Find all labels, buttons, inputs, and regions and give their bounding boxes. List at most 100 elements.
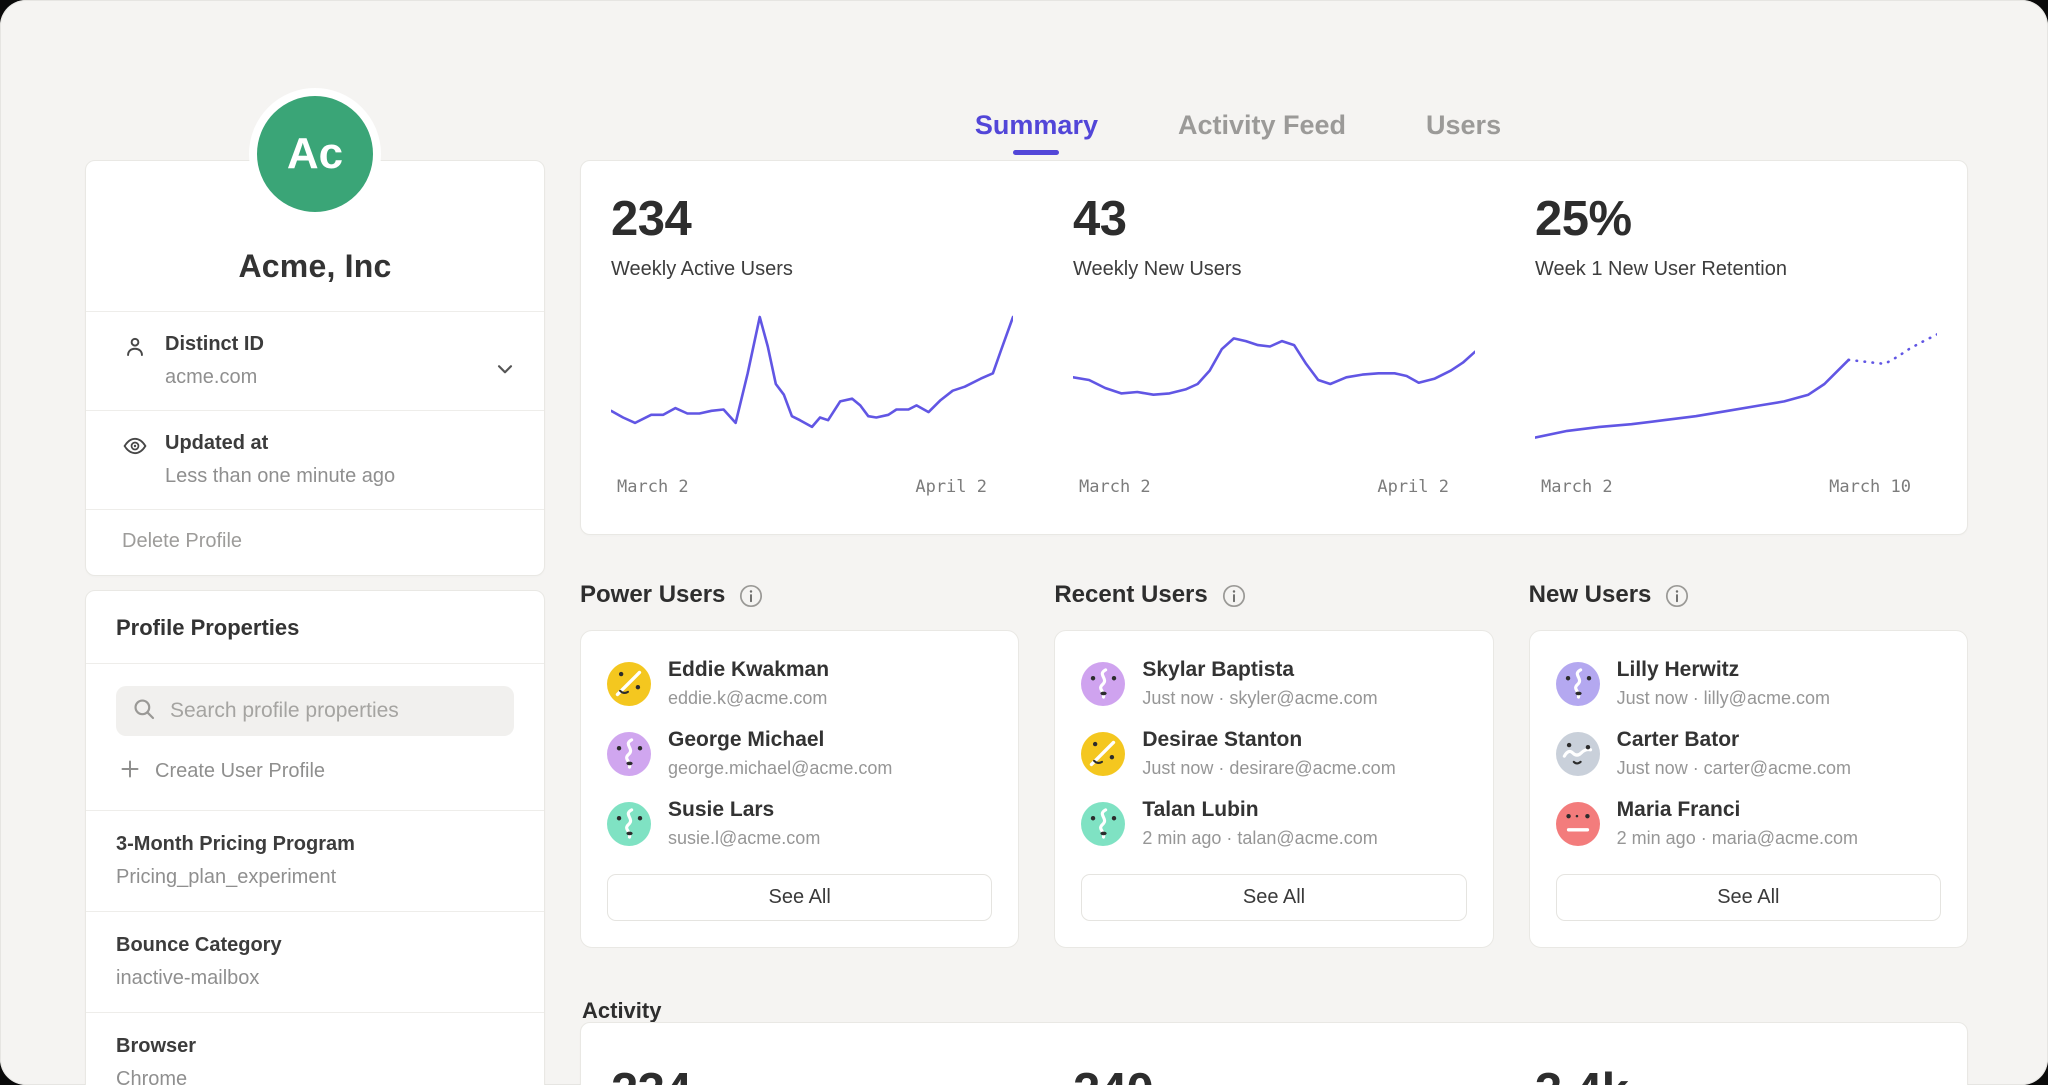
delete-profile-row: Delete Profile bbox=[86, 509, 544, 575]
x-axis-labels: March 2 April 2 bbox=[611, 459, 1013, 497]
eye-icon bbox=[122, 433, 148, 488]
chevron-down-icon[interactable] bbox=[492, 356, 518, 382]
user-list-card: Skylar Baptista Just now · skyler@acme.co… bbox=[1054, 630, 1493, 948]
tab-summary[interactable]: Summary bbox=[975, 110, 1098, 155]
user-subtitle: Just now · carter@acme.com bbox=[1617, 758, 1851, 779]
user-section-new-users: New Users Lilly HerwitzJust now · lilly@a… bbox=[1529, 576, 1968, 948]
user-name: Desirae Stanton bbox=[1142, 728, 1395, 752]
user-info: Desirae Stanton Just now · desirare@acme.… bbox=[1142, 728, 1395, 779]
user-info: George Michael george.michael@acme.com bbox=[668, 728, 892, 779]
create-user-profile-label: Create User Profile bbox=[155, 760, 325, 783]
user-subtitle: george.michael@acme.com bbox=[668, 758, 892, 779]
see-all-button[interactable]: See All bbox=[607, 874, 992, 921]
user-info: Skylar Baptista Just now · skyler@acme.co… bbox=[1142, 658, 1377, 709]
info-icon[interactable] bbox=[1664, 583, 1690, 609]
activity-stat-value: 3.4k bbox=[1535, 1063, 1937, 1085]
section-header: Power Users bbox=[580, 576, 1019, 614]
search-profile-properties-input[interactable] bbox=[168, 698, 499, 724]
user-subtitle: Just now · skyler@acme.com bbox=[1142, 688, 1377, 709]
user-row-susie-lars[interactable]: Susie Larssusie.l@acme.com bbox=[607, 798, 992, 849]
activity-panel: 234 bbox=[581, 1023, 1043, 1085]
user-info: Talan Lubin2 min ago · talan@acme.com bbox=[1142, 798, 1377, 849]
user-avatar bbox=[1556, 732, 1600, 776]
delete-profile-button[interactable]: Delete Profile bbox=[122, 530, 242, 552]
user-avatar bbox=[1081, 662, 1125, 706]
property-row-bounce-category[interactable]: Bounce Categoryinactive-mailbox bbox=[86, 911, 544, 1012]
person-icon bbox=[122, 334, 148, 389]
user-row-skylar-baptista[interactable]: Skylar Baptista Just now · skyler@acme.co… bbox=[1081, 658, 1466, 709]
user-name: Skylar Baptista bbox=[1142, 658, 1377, 682]
summary-card: 234Weekly Active UsersMarch 2April 243We… bbox=[580, 160, 1968, 535]
user-row-carter-bator[interactable]: Carter BatorJust now · carter@acme.com bbox=[1556, 728, 1941, 779]
see-all-button[interactable]: See All bbox=[1081, 874, 1466, 921]
user-avatar bbox=[607, 802, 651, 846]
section-title: New Users bbox=[1529, 581, 1652, 609]
user-row-george-michael[interactable]: George Michael george.michael@acme.com bbox=[607, 728, 992, 779]
field-label: Updated at bbox=[165, 432, 395, 455]
tab-users[interactable]: Users bbox=[1426, 110, 1501, 155]
property-name: Browser bbox=[116, 1035, 514, 1058]
user-name: Lilly Herwitz bbox=[1617, 658, 1830, 682]
field-value: acme.com bbox=[165, 366, 264, 389]
user-avatar bbox=[1081, 802, 1125, 846]
user-row-desirae-stanton[interactable]: Desirae Stanton Just now · desirare@acme.… bbox=[1081, 728, 1466, 779]
x-axis-tick: March 2 bbox=[1541, 477, 1613, 497]
stat-value: 25% bbox=[1535, 191, 1937, 247]
user-subtitle: susie.l@acme.com bbox=[668, 828, 820, 849]
user-subtitle: Just now · desirare@acme.com bbox=[1142, 758, 1395, 779]
property-value: Chrome bbox=[116, 1068, 514, 1085]
property-row-browser[interactable]: Browser Chrome bbox=[86, 1012, 544, 1085]
user-section-power-users: Power Users Eddie Kwakmaneddie.k@acme.com… bbox=[580, 576, 1019, 948]
x-axis-tick: April 2 bbox=[915, 477, 987, 497]
profile-properties-title: Profile Properties bbox=[86, 591, 544, 663]
see-all-button[interactable]: See All bbox=[1556, 874, 1941, 921]
profile-card: Acme, Inc Distinct IDacme.comUpdated atL… bbox=[85, 160, 545, 576]
summary-panel-week-1-new-user-retention: 25%Week 1 New User RetentionMarch 2March… bbox=[1505, 161, 1967, 534]
user-info: Susie Larssusie.l@acme.com bbox=[668, 798, 820, 849]
info-icon[interactable] bbox=[738, 583, 764, 609]
user-avatar bbox=[1556, 662, 1600, 706]
user-row-lilly-herwitz[interactable]: Lilly HerwitzJust now · lilly@acme.com bbox=[1556, 658, 1941, 709]
field-label: Distinct ID bbox=[165, 333, 264, 356]
user-avatar bbox=[607, 662, 651, 706]
x-axis-labels: March 2 March 10 bbox=[1535, 459, 1937, 497]
tab-bar: Summary Activity Feed Users bbox=[580, 110, 1968, 155]
user-name: George Michael bbox=[668, 728, 892, 752]
search-icon bbox=[131, 696, 157, 727]
user-row-talan-lubin[interactable]: Talan Lubin2 min ago · talan@acme.com bbox=[1081, 798, 1466, 849]
user-subtitle: eddie.k@acme.com bbox=[668, 688, 829, 709]
property-row-3-month-pricing-program[interactable]: 3-Month Pricing ProgramPricing_plan_expe… bbox=[86, 810, 544, 911]
search-box bbox=[116, 686, 514, 736]
activity-panel: 240 bbox=[1043, 1023, 1505, 1085]
user-avatar bbox=[1081, 732, 1125, 776]
plus-icon bbox=[118, 757, 142, 786]
activity-stat-value: 234 bbox=[611, 1063, 1013, 1085]
user-row-maria-franci[interactable]: Maria Franci2 min ago · maria@acme.com bbox=[1556, 798, 1941, 849]
section-title: Power Users bbox=[580, 581, 725, 609]
x-axis-tick: March 2 bbox=[617, 477, 689, 497]
line-chart bbox=[611, 309, 1013, 459]
user-row-eddie-kwakman[interactable]: Eddie Kwakmaneddie.k@acme.com bbox=[607, 658, 992, 709]
summary-panel-weekly-active-users: 234Weekly Active UsersMarch 2April 2 bbox=[581, 161, 1043, 534]
section-header: Recent Users bbox=[1054, 576, 1493, 614]
info-icon[interactable] bbox=[1221, 583, 1247, 609]
line-chart bbox=[1535, 309, 1937, 459]
x-axis-labels: March 2April 2 bbox=[1073, 459, 1475, 497]
user-info: Maria Franci2 min ago · maria@acme.com bbox=[1617, 798, 1858, 849]
create-user-profile-button[interactable]: Create User Profile bbox=[116, 736, 514, 810]
property-name: Bounce Category bbox=[116, 934, 514, 957]
x-axis-tick: March 10 bbox=[1829, 477, 1911, 497]
search-wrap: Create User Profile bbox=[86, 664, 544, 810]
summary-panel-weekly-new-users: 43Weekly New UsersMarch 2April 2 bbox=[1043, 161, 1505, 534]
user-avatar bbox=[1556, 802, 1600, 846]
profile-field-distinct-id: Distinct ID acme.com bbox=[86, 311, 544, 410]
profile-name: Acme, Inc bbox=[239, 248, 392, 285]
field-content: Distinct ID acme.com bbox=[165, 333, 264, 389]
user-list-card: Eddie Kwakmaneddie.k@acme.com George Mich… bbox=[580, 630, 1019, 948]
property-value: Pricing_plan_experiment bbox=[116, 866, 514, 889]
app-window: Ac Acme, Inc Distinct IDacme.comUpdated … bbox=[0, 0, 2048, 1085]
x-axis-tick: March 2 bbox=[1079, 477, 1151, 497]
user-subtitle: 2 min ago · talan@acme.com bbox=[1142, 828, 1377, 849]
user-avatar bbox=[607, 732, 651, 776]
tab-activity-feed[interactable]: Activity Feed bbox=[1178, 110, 1346, 155]
